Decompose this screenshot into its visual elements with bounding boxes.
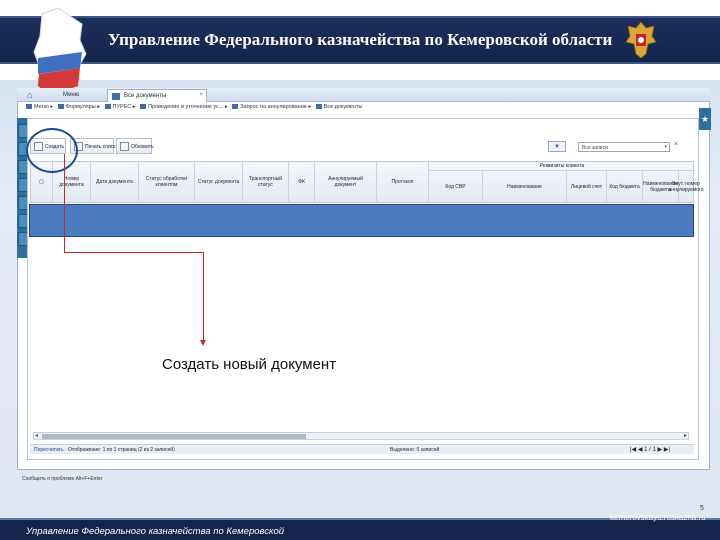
document-icon [112, 93, 120, 100]
footer-site: kemerovskaya.roskazna.ru [610, 513, 706, 522]
table-row[interactable] [29, 204, 694, 237]
column-header[interactable]: Код бюджета [607, 171, 643, 202]
folder-icon [140, 104, 147, 110]
page-number: 5 [700, 505, 704, 512]
refresh-icon [120, 142, 129, 151]
breadcrumb-item[interactable]: Меню ▸ [26, 104, 53, 110]
tab-all-documents[interactable]: Все документы × [107, 89, 207, 102]
callout-text: Создать новый документ [162, 356, 337, 373]
breadcrumb-item[interactable]: ПУРЕС ▸ [104, 104, 136, 110]
recalc-link[interactable]: Пересчитать [34, 447, 64, 453]
column-header[interactable]: Транспортный статус [243, 162, 289, 202]
column-group-header: Реквизиты клиента [429, 162, 695, 171]
header-banner: Управление Федерального казначейства по … [0, 0, 720, 111]
breadcrumb: Меню ▸ Формуляры ▸ ПУРЕС ▸ Проведение и … [26, 104, 365, 115]
grid-header: ▢ Номер документа Дата документа Статус … [30, 161, 704, 203]
callout-line [203, 252, 204, 342]
breadcrumb-item[interactable]: Формуляры ▸ [57, 104, 100, 110]
filter-select[interactable]: Все записи ▾ [578, 142, 670, 152]
pager[interactable]: |◀ ◀ 1 / 1 ▶ ▶| [630, 446, 670, 453]
filter-icon[interactable]: ▼ [548, 141, 566, 152]
close-icon[interactable]: × [199, 92, 203, 98]
home-icon[interactable]: ⌂ [27, 90, 32, 100]
banner-title: Управление Федерального казначейства по … [108, 30, 613, 49]
treasury-emblem-icon [625, 21, 657, 59]
report-problem-link[interactable]: Сообщить о проблеме Alt+F+Enter [22, 476, 102, 482]
folder-icon [232, 104, 239, 110]
footer: Управление Федерального казначейства по … [0, 513, 720, 540]
folder-icon [104, 104, 111, 110]
column-header[interactable]: Код СВР [429, 171, 483, 202]
column-header[interactable]: Лицевой счет [567, 171, 607, 202]
breadcrumb-item[interactable]: Проведение и уточнение ус... ▸ [140, 104, 228, 110]
tab-menu[interactable]: Меню [57, 89, 85, 101]
footer-org: Управление Федерального казначейства по … [26, 526, 285, 537]
refresh-button[interactable]: Обновить [116, 138, 154, 154]
horizontal-scrollbar[interactable]: ◂ ▸ [33, 432, 689, 440]
chevron-down-icon[interactable]: ▾ [664, 144, 667, 150]
column-header[interactable]: Дата документа [91, 162, 139, 202]
display-info: Отображение: 1 по 1 страниц (2 из 2 запи… [68, 447, 175, 453]
callout-line [64, 252, 203, 253]
callout-line [64, 154, 65, 252]
column-header[interactable]: Наименование [483, 171, 567, 202]
column-header[interactable]: Протокол [377, 162, 429, 202]
folder-icon [315, 104, 322, 110]
scrollbar-thumb[interactable] [42, 434, 306, 439]
folder-icon [57, 104, 64, 110]
clear-filter-icon[interactable]: × [674, 141, 678, 148]
callout-arrow-icon [200, 340, 206, 346]
column-header[interactable]: Внут. номер аннулируемого [668, 171, 703, 202]
scroll-right-icon[interactable]: ▸ [684, 432, 687, 439]
status-bar: Пересчитать Отображение: 1 по 1 страниц … [30, 444, 694, 454]
column-header[interactable]: Статус документа [195, 162, 243, 202]
breadcrumb-item[interactable]: Все документы [315, 104, 362, 110]
breadcrumb-item[interactable]: Запрос на аннулирование ▸ [232, 104, 311, 110]
selected-count: Выделено: 0 записей [390, 447, 440, 453]
tab-strip: ⌂ Меню Все документы × [17, 88, 710, 102]
favorites-star-icon[interactable]: ★ [699, 108, 711, 130]
folder-icon [26, 104, 32, 110]
tab-label: Все документы [124, 93, 167, 99]
scroll-left-icon[interactable]: ◂ [35, 432, 38, 439]
column-header[interactable]: Аннулируемый документ [315, 162, 377, 202]
column-header[interactable]: ФК [289, 162, 315, 202]
column-header[interactable]: Статус обработки клиентом [139, 162, 195, 202]
highlight-circle [26, 128, 78, 173]
